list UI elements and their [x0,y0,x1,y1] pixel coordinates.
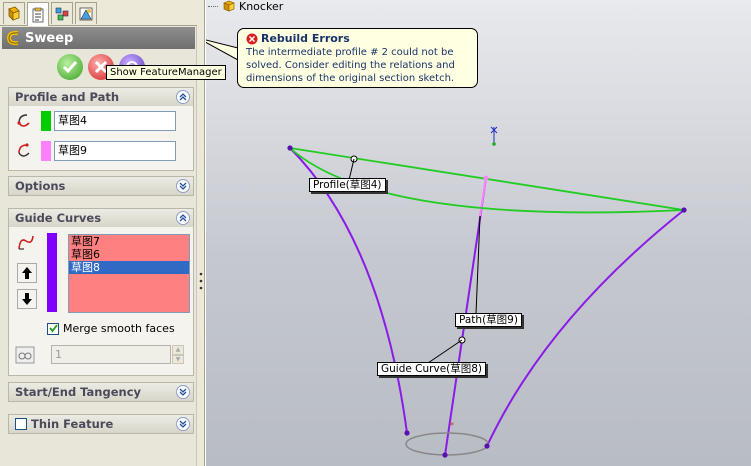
vertex-point[interactable] [484,443,490,449]
manager-tab-bar [0,0,197,26]
arrow-down-icon [22,293,32,305]
thin-feature-group: Thin Feature [8,414,194,434]
vertex-point[interactable] [442,452,448,458]
featuremanager-tab[interactable] [3,2,25,24]
section-view-row: 1 ▲ ▼ [15,345,184,364]
dimxpert-icon [79,7,93,20]
vertex-point[interactable] [681,207,687,213]
path-field[interactable]: 草图9 [54,141,176,161]
section-number-field[interactable]: 1 [51,345,171,364]
guide-curves-header[interactable]: Guide Curves [9,209,193,227]
vertex-point[interactable] [287,145,293,151]
guide-curve-item[interactable]: 草图8 [69,261,189,274]
guide-curves-group: Guide Curves 草图7 草图6 草图8 Merge smooth face… [8,208,194,376]
guide-curves-list[interactable]: 草图7 草图6 草图8 [68,234,190,313]
collapse-up-icon[interactable] [176,211,190,225]
thin-feature-header[interactable]: Thin Feature [9,415,193,433]
sweep-header: Sweep [2,27,195,49]
guide-curves-heading: Guide Curves [15,211,102,225]
svg-text:*: * [450,421,454,430]
move-down-button[interactable] [17,289,37,309]
vertex-point[interactable] [483,175,489,181]
featuremanager-icon [8,6,20,21]
configurationmanager-tab[interactable] [51,2,73,24]
rebuild-errors-balloon[interactable]: Rebuild Errors The intermediate profile … [237,28,478,88]
rebuild-errors-title: Rebuild Errors [261,32,350,45]
origin-triad-icon [490,126,498,146]
merge-smooth-faces-label: Merge smooth faces [63,322,175,335]
guide-curve-callout[interactable]: Guide Curve(草图8) [377,362,487,376]
profile-color-swatch [41,111,51,131]
thin-feature-checkbox[interactable] [15,418,27,430]
profile-and-path-header[interactable]: Profile and Path [9,88,193,106]
profile-and-path-heading: Profile and Path [15,90,120,104]
show-sections-icon[interactable] [15,346,35,364]
check-icon [62,61,78,74]
expand-down-icon[interactable] [176,179,190,193]
graphics-viewport[interactable]: Knocker * Rebuild Errors The intermediat… [206,0,751,466]
options-group: Options [8,176,194,196]
propertymanager-icon [32,7,44,22]
callout-leader [348,158,355,181]
merge-smooth-faces-row[interactable]: Merge smooth faces [47,322,175,335]
guide-curve-item[interactable]: 草图6 [69,248,189,261]
rebuild-errors-message: The intermediate profile # 2 could not b… [246,47,455,84]
ok-button[interactable] [57,54,83,80]
merge-smooth-faces-checkbox[interactable] [47,322,59,335]
expand-down-icon[interactable] [176,385,190,399]
path-selection-row: 草图9 [15,140,176,162]
guide-curve-right[interactable] [486,209,685,447]
checkmark-icon [48,324,58,333]
profile-field[interactable]: 草图4 [54,111,176,131]
profile-and-path-group: Profile and Path 草图4 草图9 [8,87,194,171]
profile-callout[interactable]: Profile(草图4) [309,178,386,192]
path-color-swatch [41,141,51,161]
options-header[interactable]: Options [9,177,193,195]
profile-selection-row: 草图4 [15,110,176,132]
arrow-up-icon [22,267,32,279]
start-end-tangency-group: Start/End Tangency [8,382,194,402]
guide-color-swatch [47,233,57,312]
move-up-button[interactable] [17,263,37,283]
options-heading: Options [15,179,66,193]
sweep-title: Sweep [25,30,74,46]
configurationmanager-icon [55,7,69,20]
guide-curve-item[interactable]: 草图7 [69,235,189,248]
property-manager-pane: Sweep Show FeatureManager Profile and Pa… [0,0,226,466]
start-end-tangency-header[interactable]: Start/End Tangency [9,383,193,401]
show-featuremanager-tooltip: Show FeatureManager [106,65,226,80]
dimxpert-tab[interactable] [75,2,97,24]
path-selector-icon[interactable] [15,141,35,161]
propertymanager-tab[interactable] [27,2,49,26]
collapse-up-icon[interactable] [176,90,190,104]
balloon-tail [206,39,239,61]
sweep-feature-icon [6,30,19,46]
splitter-grip-icon[interactable] [198,270,204,292]
callout-leader [427,339,463,364]
vertex-point[interactable] [404,430,410,436]
start-end-tangency-heading: Start/End Tangency [15,385,142,399]
profile-selector-icon[interactable] [15,111,35,131]
expand-down-icon[interactable] [176,417,190,431]
section-number-stepper[interactable]: ▲ ▼ [172,345,184,364]
thin-feature-heading: Thin Feature [31,417,114,431]
path-curve[interactable] [479,177,487,217]
guide-curve-selector-icon[interactable] [16,233,36,253]
error-icon [246,33,258,44]
path-callout[interactable]: Path(草图9) [455,313,522,327]
